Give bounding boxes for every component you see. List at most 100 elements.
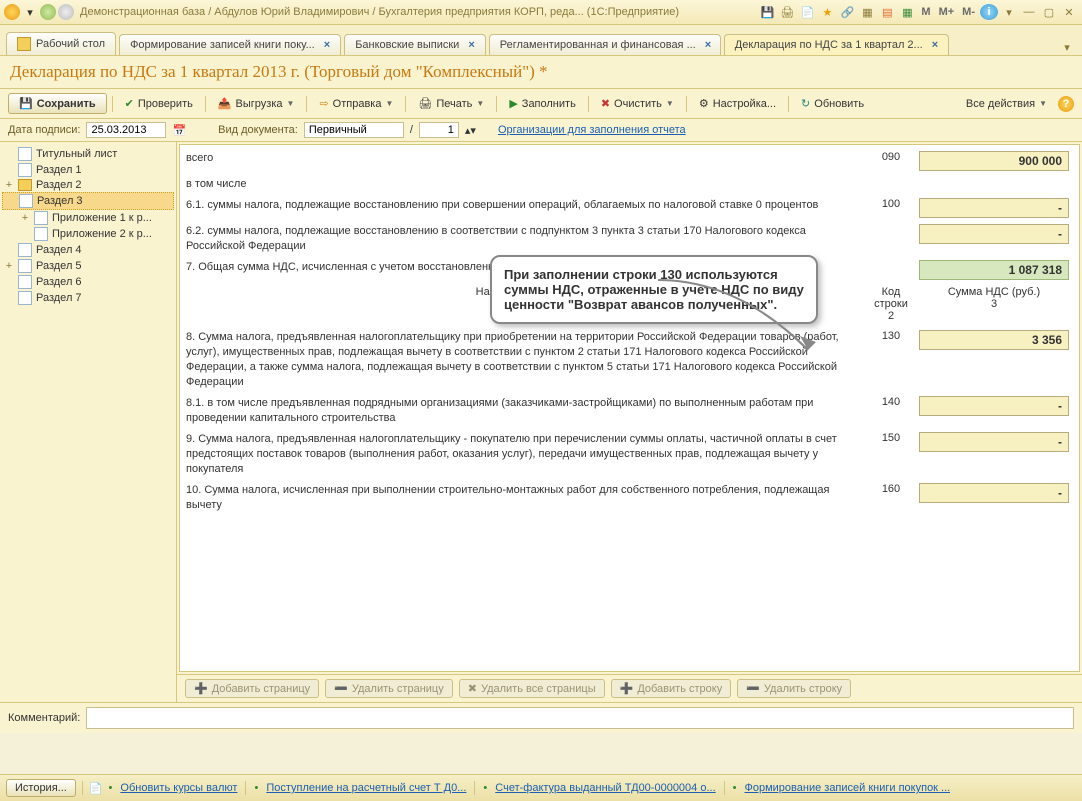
footer-button[interactable]: ✖ Удалить все страницы [459, 679, 605, 698]
tabs-menu-icon[interactable]: ▾ [1058, 39, 1076, 55]
tree-label: Раздел 2 [36, 179, 82, 191]
expander-icon[interactable]: + [20, 212, 30, 224]
mem-mp[interactable]: M+ [936, 6, 958, 18]
status-link[interactable]: Обновить курсы валют [120, 782, 237, 794]
dropdown2-icon[interactable]: ▾ [1000, 4, 1018, 20]
tree-node[interactable]: +Приложение 1 к р... [2, 210, 174, 226]
tree-node[interactable]: + Раздел 2 [2, 178, 174, 192]
footer-btn-label: Удалить все страницы [481, 683, 596, 695]
footer-button[interactable]: ➕Добавить страницу [185, 679, 319, 698]
document-scroll[interactable]: При заполнении строки 130 используются с… [179, 144, 1080, 672]
tab-close-icon[interactable]: × [468, 39, 474, 51]
doc-icon[interactable]: 📄 [798, 4, 816, 20]
footer-btn-label: Удалить строку [764, 683, 842, 695]
tree-node[interactable]: Раздел 6 [2, 274, 174, 290]
spinner-icon[interactable]: ▴▾ [465, 124, 476, 137]
print-icon[interactable]: 🖨 [778, 4, 796, 20]
check-icon: ✔ [125, 97, 134, 110]
tree-label: Приложение 2 к р... [52, 228, 152, 240]
window-title: Демонстрационная база / Абдулов Юрий Вла… [74, 6, 758, 18]
status-bar: История... 📄 •Обновить курсы валют•Посту… [0, 774, 1082, 801]
calendar-icon[interactable]: ▦ [898, 4, 916, 20]
value-input[interactable]: 1 087 318 [919, 260, 1069, 280]
mem-m[interactable]: M [918, 6, 933, 18]
document-footer: ➕Добавить страницу ➖Удалить страницу ✖ Удал… [177, 674, 1082, 702]
org-link[interactable]: Организации для заполнения отчета [498, 124, 686, 136]
value-input[interactable]: - [919, 224, 1069, 244]
status-link[interactable]: Счет-фактура выданный ТД00-0000004 о... [495, 782, 715, 794]
doc-number-input[interactable] [419, 122, 459, 138]
value-input[interactable]: - [919, 396, 1069, 416]
row-text: всего [186, 151, 863, 166]
tab-close-icon[interactable]: × [705, 39, 711, 51]
refresh-button[interactable]: ↻Обновить [794, 94, 871, 113]
all-actions-button[interactable]: Все действия▼ [959, 95, 1054, 113]
separator [788, 96, 789, 112]
tree-node[interactable]: Раздел 3 [2, 192, 174, 210]
document-icon [18, 275, 32, 289]
tree-node[interactable]: Приложение 2 к р... [2, 226, 174, 242]
footer-btn-label: Добавить строку [637, 683, 722, 695]
row-code: 150 [871, 432, 911, 444]
date-picker-icon[interactable]: 📅 [172, 124, 186, 137]
export-button[interactable]: 📤Выгрузка▼ [211, 94, 302, 113]
send-button[interactable]: ⇨Отправка▼ [312, 94, 400, 113]
tab-bank[interactable]: Банковские выписки× [344, 34, 486, 55]
footer-button[interactable]: ➖Удалить строку [737, 679, 851, 698]
footer-button[interactable]: ➕Добавить строку [611, 679, 732, 698]
check-button[interactable]: ✔Проверить [118, 94, 200, 113]
minimize-icon[interactable]: — [1020, 4, 1038, 20]
expander-icon[interactable]: + [4, 179, 14, 191]
document-inner: При заполнении строки 130 используются с… [180, 145, 1079, 525]
link-icon[interactable]: 🔗 [838, 4, 856, 20]
bullet-icon: • [483, 782, 487, 794]
footer-btn-icon: ✖ [468, 682, 477, 695]
separator [686, 96, 687, 112]
help-icon[interactable]: i [980, 4, 998, 20]
calc-icon[interactable]: ▤ [878, 4, 896, 20]
save-button[interactable]: 💾Сохранить [8, 93, 107, 114]
document-header: Декларация по НДС за 1 квартал 2013 г. (… [0, 56, 1082, 89]
form-row: 6.1. суммы налога, подлежащие восстановл… [186, 198, 1069, 218]
mem-mm[interactable]: M- [959, 6, 978, 18]
grid-tool-icon[interactable]: ▦ [858, 4, 876, 20]
help-icon[interactable]: ? [1058, 96, 1074, 112]
nav-back-icon[interactable] [40, 4, 56, 20]
expander-icon[interactable]: + [4, 260, 14, 272]
save-icon[interactable]: 💾 [758, 4, 776, 20]
tree-node[interactable]: Титульный лист [2, 146, 174, 162]
tab-form-records[interactable]: Формирование записей книги поку...× [119, 34, 341, 55]
doctype-input[interactable] [304, 122, 404, 138]
nav-fwd-icon[interactable] [58, 4, 74, 20]
row-text: 8.1. в том числе предъявленная подрядным… [186, 396, 863, 426]
value-input[interactable]: - [919, 483, 1069, 503]
dropdown-icon[interactable]: ▾ [22, 4, 38, 20]
close-icon[interactable]: ✕ [1060, 4, 1078, 20]
tab-reg-finance[interactable]: Регламентированная и финансовая ...× [489, 34, 721, 55]
status-link[interactable]: Поступление на расчетный счет Т Д0... [266, 782, 466, 794]
tab-desktop[interactable]: Рабочий стол [6, 32, 116, 55]
row-text: 10. Сумма налога, исчисленная при выполн… [186, 483, 863, 513]
value-input[interactable]: - [919, 432, 1069, 452]
tab-close-icon[interactable]: × [932, 39, 938, 51]
tree-node[interactable]: Раздел 4 [2, 242, 174, 258]
settings-button[interactable]: ⚙Настройка... [692, 94, 783, 113]
tree-node[interactable]: Раздел 7 [2, 290, 174, 306]
print-button[interactable]: 🖨Печать▼ [411, 94, 491, 113]
maximize-icon[interactable]: ▢ [1040, 4, 1058, 20]
date-input[interactable] [86, 122, 166, 138]
footer-button[interactable]: ➖Удалить страницу [325, 679, 453, 698]
value-input[interactable]: 3 356 [919, 330, 1069, 350]
value-input[interactable]: 900 000 [919, 151, 1069, 171]
value-input[interactable]: - [919, 198, 1069, 218]
tree-node[interactable]: +Раздел 5 [2, 258, 174, 274]
tree-node[interactable]: Раздел 1 [2, 162, 174, 178]
history-button[interactable]: История... [6, 779, 76, 797]
star-icon[interactable]: ★ [818, 4, 836, 20]
comment-input[interactable] [86, 707, 1074, 729]
status-link[interactable]: Формирование записей книги покупок ... [745, 782, 951, 794]
tab-close-icon[interactable]: × [324, 39, 330, 51]
tab-declaration[interactable]: Декларация по НДС за 1 квартал 2...× [724, 34, 949, 55]
clear-button[interactable]: ✖Очистить▼ [594, 94, 681, 113]
fill-button[interactable]: ▶Заполнить [502, 94, 582, 113]
